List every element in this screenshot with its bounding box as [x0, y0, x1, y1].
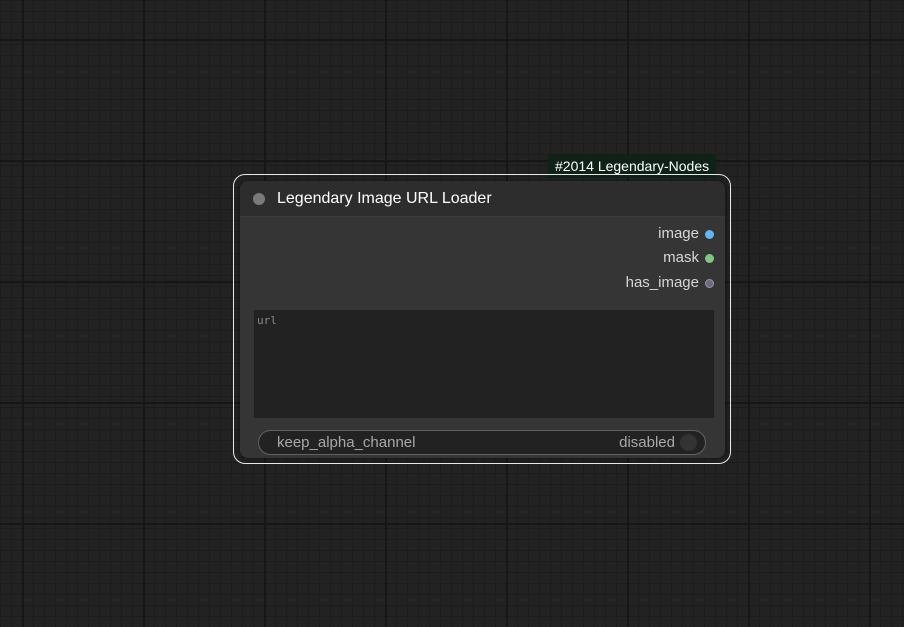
image-slot-dot-icon[interactable]	[705, 229, 714, 239]
collapse-toggle-icon[interactable]	[253, 193, 265, 205]
keep-alpha-channel-toggle[interactable]: keep_alpha_channel disabled	[258, 430, 706, 455]
node-header[interactable]: Legendary Image URL Loader	[240, 181, 725, 217]
url-input[interactable]	[254, 310, 714, 418]
image-url-loader-node[interactable]: Legendary Image URL Loader image mask ha…	[240, 181, 725, 458]
output-label-image: image	[658, 225, 699, 242]
output-label-mask: mask	[663, 249, 699, 266]
node-title: Legendary Image URL Loader	[277, 190, 492, 207]
mask-slot-dot-icon[interactable]	[705, 253, 714, 263]
output-label-has-image: has_image	[625, 274, 699, 291]
has-image-slot-dot-icon[interactable]	[705, 278, 714, 288]
output-slot-has-image[interactable]: has_image	[626, 274, 714, 292]
output-slot-image[interactable]: image	[658, 225, 714, 243]
output-slot-mask[interactable]: mask	[663, 249, 714, 267]
toggle-knob-icon[interactable]	[680, 434, 697, 451]
toggle-value: disabled	[619, 434, 675, 451]
toggle-label: keep_alpha_channel	[277, 434, 416, 451]
